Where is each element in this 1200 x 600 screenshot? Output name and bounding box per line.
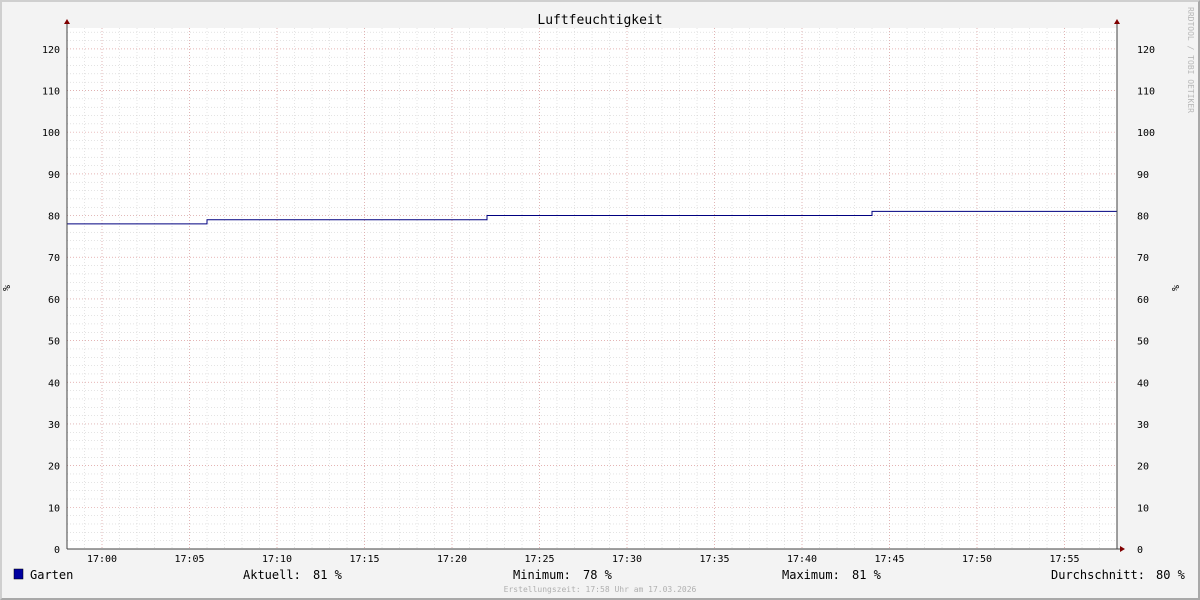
y-tick-label-left: 120 xyxy=(42,45,60,56)
x-tick-label: 17:40 xyxy=(787,554,817,565)
legend-swatch xyxy=(13,568,24,580)
creation-timestamp: Erstellungszeit: 17:58 Uhr am 17.03.2026 xyxy=(504,585,697,594)
legend-series-name: Garten xyxy=(30,568,73,582)
x-axis-arrow xyxy=(1120,546,1125,552)
y-tick-label-right: 10 xyxy=(1137,503,1149,514)
x-tick-label: 17:05 xyxy=(174,554,204,565)
legend-current-value: 81 % xyxy=(313,568,343,582)
y-tick-label-right: 90 xyxy=(1137,170,1149,181)
y-tick-label-left: 20 xyxy=(48,462,60,473)
legend-average-label: Durchschnitt: xyxy=(1051,568,1145,582)
y-tick-label-right: 120 xyxy=(1137,45,1155,56)
y-tick-label-left: 60 xyxy=(48,295,60,306)
x-tick-label: 17:45 xyxy=(874,554,904,565)
y-tick-label-right: 20 xyxy=(1137,462,1149,473)
y-tick-label-left: 0 xyxy=(54,545,60,556)
legend-minimum-value: 78 % xyxy=(583,568,613,582)
y-axis-label-right: % xyxy=(1171,285,1182,291)
legend-minimum-label: Minimum: xyxy=(513,568,571,582)
y-axis-left-arrow xyxy=(64,19,70,24)
y-tick-label-left: 80 xyxy=(48,212,60,223)
y-tick-label-left: 70 xyxy=(48,253,60,264)
y-tick-label-left: 40 xyxy=(48,378,60,389)
x-tick-label: 17:35 xyxy=(699,554,729,565)
y-tick-label-left: 10 xyxy=(48,503,60,514)
y-tick-label-right: 70 xyxy=(1137,253,1149,264)
y-tick-labels-left: 0 10 20 30 40 50 60 70 80 90 100 110 120 xyxy=(42,45,60,556)
y-tick-label-right: 110 xyxy=(1137,87,1155,98)
legend-maximum-value: 81 % xyxy=(852,568,882,582)
y-tick-labels-right: 0 10 20 30 40 50 60 70 80 90 100 110 120 xyxy=(1137,45,1155,556)
y-tick-label-left: 90 xyxy=(48,170,60,181)
legend-average-value: 80 % xyxy=(1156,568,1186,582)
y-tick-label-right: 40 xyxy=(1137,378,1149,389)
x-tick-label: 17:50 xyxy=(962,554,992,565)
y-tick-label-left: 100 xyxy=(42,128,60,139)
legend-maximum-label: Maximum: xyxy=(782,568,840,582)
x-tick-label: 17:10 xyxy=(262,554,292,565)
y-tick-label-left: 30 xyxy=(48,420,60,431)
humidity-chart: 0 10 20 30 40 50 60 70 80 90 100 110 120 0 10 20 30 40 50… xyxy=(2,7,1195,594)
y-tick-label-right: 30 xyxy=(1137,420,1149,431)
y-tick-label-right: 80 xyxy=(1137,212,1149,223)
x-tick-label: 17:00 xyxy=(87,554,117,565)
x-tick-labels: 17:00 17:05 17:10 17:15 17:20 17:25 17:30 17:35… xyxy=(87,554,1080,565)
x-tick-label: 17:25 xyxy=(524,554,554,565)
legend-current-label: Aktuell: xyxy=(243,568,301,582)
y-axis-right-arrow xyxy=(1114,19,1120,24)
y-tick-label-left: 50 xyxy=(48,337,60,348)
y-tick-label-right: 60 xyxy=(1137,295,1149,306)
y-tick-label-right: 100 xyxy=(1137,128,1155,139)
x-tick-label: 17:20 xyxy=(437,554,467,565)
x-tick-label: 17:30 xyxy=(612,554,642,565)
x-tick-label: 17:15 xyxy=(349,554,379,565)
watermark: RRDTOOL / TOBI OETIKER xyxy=(1186,7,1195,113)
y-axis-label-left: % xyxy=(2,285,13,291)
y-tick-label-right: 0 xyxy=(1137,545,1143,556)
chart-title: Luftfeuchtigkeit xyxy=(537,13,662,28)
x-tick-label: 17:55 xyxy=(1049,554,1079,565)
y-tick-label-right: 50 xyxy=(1137,337,1149,348)
y-tick-label-left: 110 xyxy=(42,87,60,98)
